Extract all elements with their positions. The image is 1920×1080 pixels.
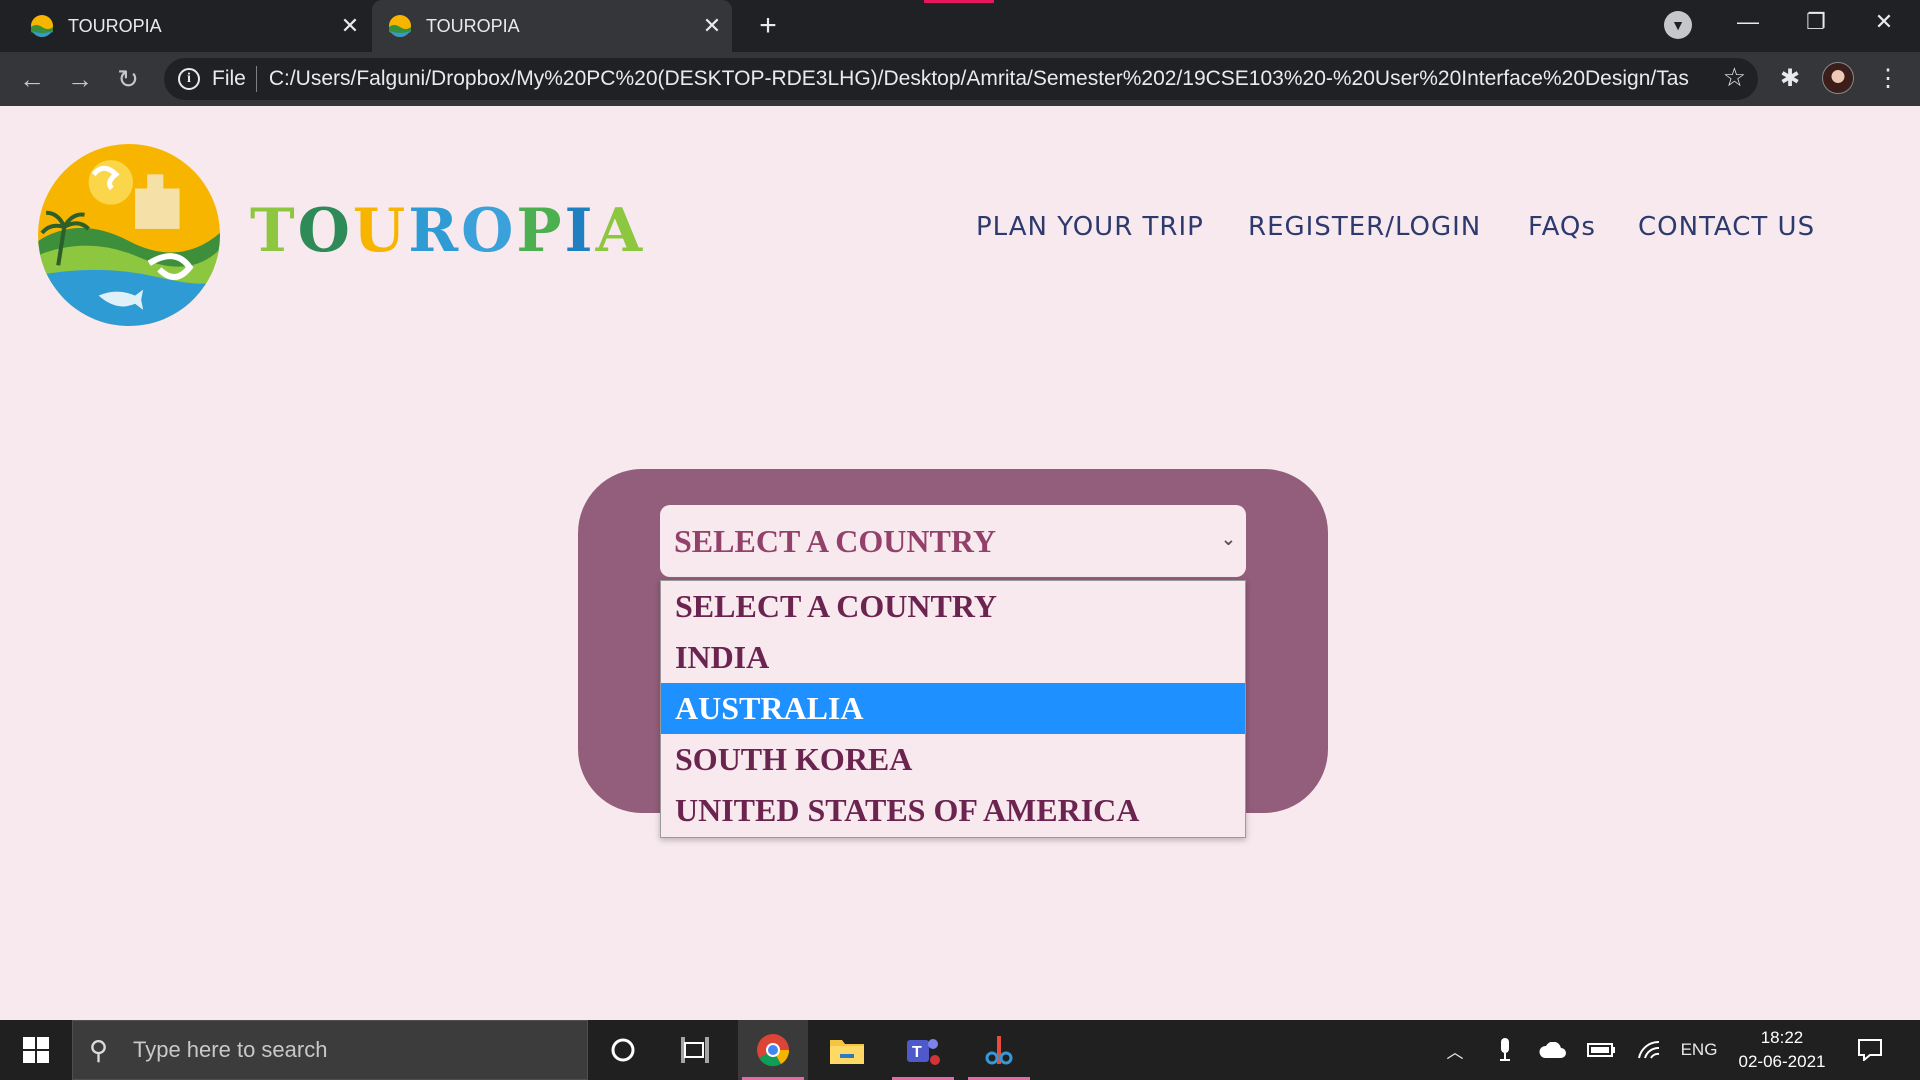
file-explorer-icon[interactable] [812,1020,882,1080]
nav-faqs[interactable]: FAQs [1528,212,1596,242]
snipping-tool-icon[interactable] [964,1020,1034,1080]
extensions-puzzle-icon[interactable]: ✱ [1770,59,1810,99]
tray-chevron-up-icon[interactable]: ︿ [1440,1020,1470,1080]
recording-indicator [924,0,994,3]
browser-tab-active[interactable]: TOUROPIA ✕ [372,0,732,52]
address-bar[interactable]: i File C:/Users/Falguni/Dropbox/My%20PC%… [164,58,1758,100]
scheme-label: File [212,67,246,90]
windows-start-icon[interactable] [0,1020,72,1080]
site-info-icon[interactable]: i [178,68,200,90]
svg-text:T: T [912,1044,922,1061]
tab-close-icon[interactable]: ✕ [692,13,732,39]
language-indicator[interactable]: ENG [1676,1020,1722,1080]
search-placeholder: Type here to search [133,1037,328,1062]
brand-letter: I [564,196,596,266]
browser-toolbar: ← → ↻ i File C:/Users/Falguni/Dropbox/My… [0,52,1920,106]
brand-letter: U [352,196,409,266]
brand-letter: O [461,196,517,266]
browser-tab[interactable]: TOUROPIA ✕ [0,0,370,52]
profile-avatar[interactable] [1822,62,1854,94]
bookmark-star-icon[interactable]: ☆ [1723,62,1746,93]
menu-kebab-icon[interactable]: ⋮ [1868,59,1908,99]
touropia-logo [38,144,220,326]
minimize-icon[interactable]: — [1714,0,1782,44]
microphone-icon[interactable] [1490,1020,1520,1080]
chrome-icon [757,1034,790,1067]
taskbar-search-input[interactable]: ⚲ Type here to search [72,1020,588,1080]
select-value: SELECT A COUNTRY [674,522,996,559]
tab-title: TOUROPIA [426,15,520,36]
notification-center-icon[interactable] [1848,1020,1892,1080]
back-arrow-icon[interactable]: ← [12,59,52,99]
clock-time: 18:22 [1760,1028,1804,1047]
tab-title: TOUROPIA [68,15,162,36]
option-united-states-of-america[interactable]: UNITED STATES OF AMERICA [661,785,1245,836]
touropia-favicon-icon [31,15,53,37]
option-india[interactable]: INDIA [661,632,1245,683]
brand-letter: A [595,196,646,266]
chevron-down-icon[interactable]: ⌄ [1221,529,1236,550]
nav-register-login[interactable]: REGISTER/LOGIN [1248,212,1481,242]
chrome-taskbar-icon[interactable] [738,1020,808,1080]
brand-letter: T [250,196,298,266]
option-south-korea[interactable]: SOUTH KOREA [661,734,1245,785]
restore-icon[interactable]: ❐ [1782,0,1850,44]
close-window-icon[interactable]: ✕ [1850,0,1918,44]
brand-letter: R [408,196,462,266]
nav-plan-your-trip[interactable]: PLAN YOUR TRIP [976,212,1204,242]
browser-tab-strip: TOUROPIA ✕ TOUROPIA ✕ + ▼ — ❐ ✕ [0,0,1920,52]
teams-icon[interactable]: T [888,1020,958,1080]
reload-icon[interactable]: ↻ [108,59,148,99]
nav-contact-us[interactable]: CONTACT US [1638,212,1815,242]
divider [255,66,257,92]
brand-wordmark[interactable]: TOUROPIA [250,196,645,266]
clock-date: 02-06-2021 [1738,1052,1826,1071]
new-tab-button[interactable]: + [748,6,788,46]
country-dropdown-list: SELECT A COUNTRY INDIA AUSTRALIA SOUTH K… [660,580,1246,838]
system-clock[interactable]: 18:22 02-06-2021 [1730,1026,1834,1074]
battery-icon[interactable] [1584,1020,1618,1080]
task-view-icon[interactable] [660,1020,730,1080]
brand-letter: O [297,196,353,266]
search-icon: ⚲ [89,1035,109,1065]
option-select-a-country[interactable]: SELECT A COUNTRY [661,581,1245,632]
cortana-icon[interactable] [588,1020,658,1080]
forward-arrow-icon[interactable]: → [60,59,100,99]
country-select[interactable]: SELECT A COUNTRY ⌄ [660,505,1246,577]
tab-close-icon[interactable]: ✕ [330,13,370,39]
windows-logo-icon [23,1037,49,1063]
windows-taskbar: ⚲ Type here to search T ︿ ENG 18:22 02-0… [0,1020,1920,1080]
url-text[interactable]: C:/Users/Falguni/Dropbox/My%20PC%20(DESK… [269,67,1689,91]
brand-letter: P [516,196,565,266]
touropia-favicon-icon [389,15,411,37]
wifi-icon[interactable] [1632,1020,1666,1080]
option-australia[interactable]: AUSTRALIA [661,683,1245,734]
onedrive-cloud-icon[interactable] [1536,1020,1570,1080]
tab-search-icon[interactable]: ▼ [1664,11,1692,39]
